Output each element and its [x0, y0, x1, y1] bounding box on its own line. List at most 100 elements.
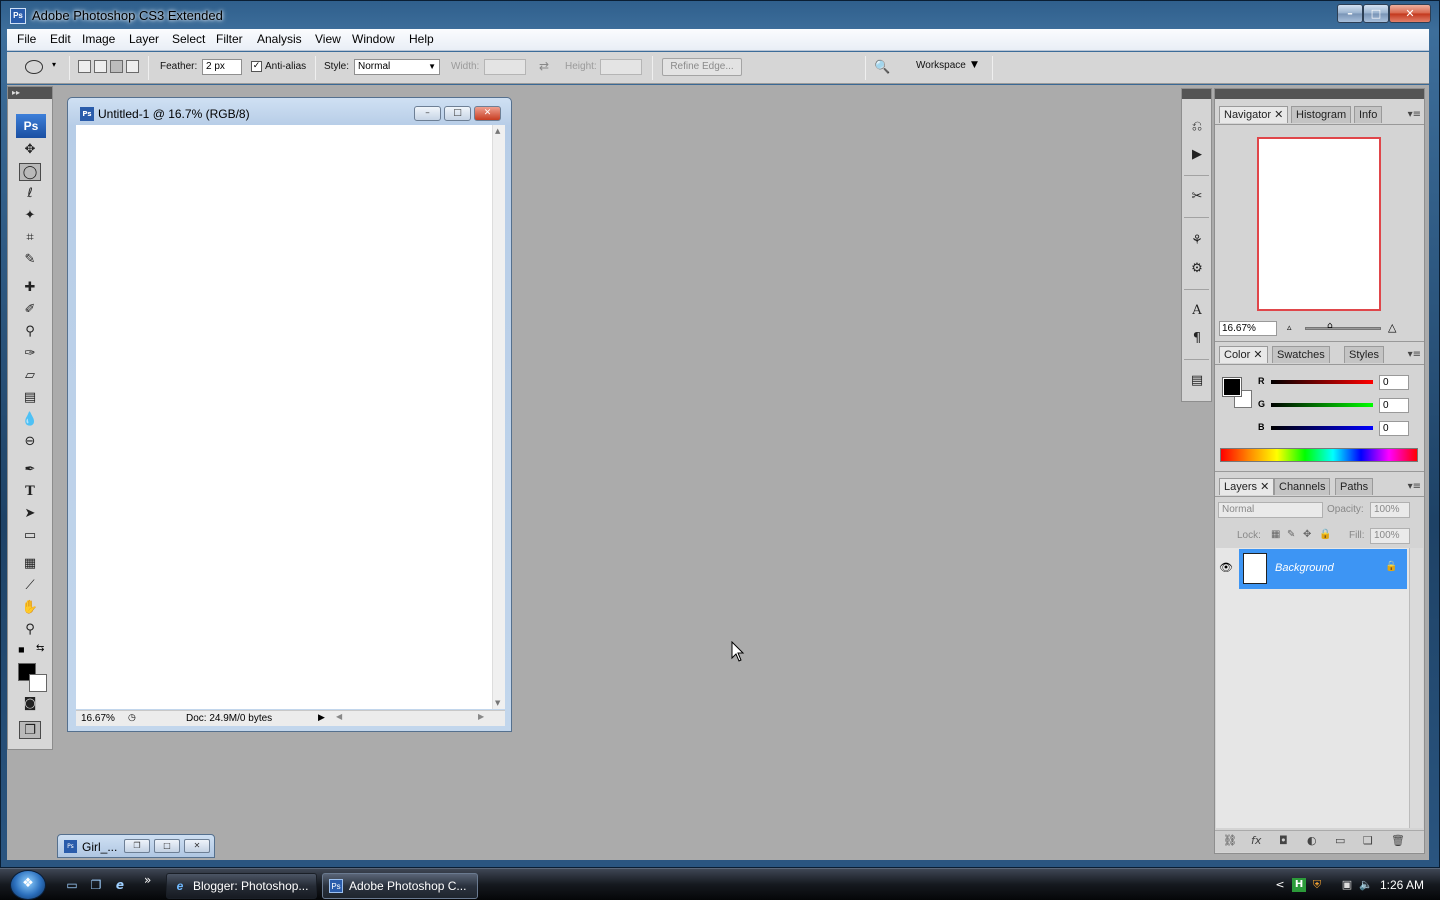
minimize-button[interactable]: – [1337, 4, 1363, 23]
switch-windows-icon[interactable]: ❐ [88, 878, 104, 892]
pen-tool-icon[interactable]: ✒ [19, 461, 41, 479]
blue-value[interactable]: 0 [1379, 421, 1409, 436]
character-panel-icon[interactable]: A [1186, 301, 1208, 321]
clone-stamp-tool-icon[interactable]: ⚲ [19, 323, 41, 341]
adjustment-layer-icon[interactable]: ◐ [1307, 834, 1317, 847]
move-tool-icon[interactable]: ✥ [19, 141, 41, 159]
photoshop-logo[interactable]: Ps [16, 114, 46, 138]
security-shield-icon[interactable]: ⛨ [1310, 878, 1324, 892]
menu-image[interactable]: Image [82, 32, 115, 46]
zoom-in-icon[interactable]: △ [1388, 321, 1396, 334]
panel-menu-icon[interactable]: ▾≡ [1408, 481, 1421, 492]
default-colors-icon[interactable]: ◼ [18, 645, 25, 654]
menu-select[interactable]: Select [172, 32, 205, 46]
slice-tool-icon[interactable]: ✎ [19, 251, 41, 269]
tab-paths[interactable]: Paths [1335, 478, 1374, 495]
actions-panel-icon[interactable]: ▶ [1186, 145, 1208, 165]
task-blogger[interactable]: e Blogger: Photoshop... [166, 873, 317, 899]
red-slider[interactable] [1271, 380, 1373, 384]
doc-close-button[interactable]: ✕ [474, 106, 501, 121]
quick-launch-more[interactable]: » [144, 873, 151, 887]
layer-mask-icon[interactable]: ◘ [1279, 834, 1288, 847]
restore-button[interactable]: ❐ [124, 839, 150, 853]
rectangle-shape-tool-icon[interactable]: ▭ [19, 527, 41, 545]
zoom-tool-icon[interactable]: ⚲ [19, 621, 41, 639]
swap-colors-icon[interactable]: ⇆ [36, 643, 44, 654]
elliptical-marquee-tool-icon[interactable]: ◯ [19, 163, 41, 181]
green-slider[interactable] [1271, 403, 1373, 407]
layer-visibility-eye-icon[interactable]: 👁 [1219, 561, 1233, 574]
notes-tool-icon[interactable]: ▦ [19, 555, 41, 573]
title-bar[interactable]: Ps Adobe Photoshop CS3 Extended – □ ✕ [1, 1, 1440, 29]
red-value[interactable]: 0 [1379, 375, 1409, 390]
panel-menu-icon[interactable]: ▾≡ [1408, 109, 1421, 120]
bridge-icon[interactable]: 🔍 [874, 59, 894, 76]
menu-help[interactable]: Help [409, 32, 434, 46]
screen-mode-icon[interactable]: ❐ [19, 721, 41, 739]
tray-app-icon[interactable]: H [1292, 878, 1306, 892]
close-button[interactable]: ✕ [1389, 4, 1431, 23]
lasso-tool-icon[interactable]: ℓ [19, 185, 41, 203]
doc-maximize-button[interactable]: □ [444, 106, 471, 121]
type-tool-icon[interactable]: T [19, 483, 41, 501]
height-input[interactable] [600, 59, 642, 75]
history-panel-icon[interactable]: ⎌ [1186, 117, 1208, 137]
document-canvas[interactable] [76, 125, 492, 709]
tab-layers[interactable]: Layers ✕ [1219, 478, 1275, 495]
delete-layer-icon[interactable]: 🗑 [1391, 834, 1405, 847]
zoom-out-icon[interactable]: ▵ [1287, 323, 1292, 333]
show-hidden-icons[interactable]: < [1273, 878, 1287, 892]
navigator-zoom-slider[interactable] [1305, 327, 1381, 330]
lock-image-icon[interactable]: ✎ [1287, 529, 1295, 540]
tab-swatches[interactable]: Swatches [1272, 346, 1330, 363]
fill-input[interactable]: 100% [1370, 528, 1410, 544]
start-button[interactable]: ❖ [10, 870, 46, 900]
link-layers-icon[interactable]: ⛓ [1223, 834, 1237, 847]
chevron-down-icon[interactable]: ▾ [52, 60, 56, 69]
style-select[interactable]: Normal ▼ [354, 59, 440, 75]
tab-styles[interactable]: Styles [1344, 346, 1384, 363]
panel-grip[interactable] [1215, 89, 1424, 99]
dock-grip[interactable] [1182, 89, 1211, 99]
layer-row-background[interactable]: Background 🔒 [1239, 549, 1407, 589]
minimized-document[interactable]: Ps Girl_... ❐ □ ✕ [57, 834, 215, 858]
network-icon[interactable]: ▣ [1340, 878, 1354, 892]
menu-edit[interactable]: Edit [50, 32, 71, 46]
layer-comps-panel-icon[interactable]: ▤ [1186, 371, 1208, 391]
navigator-preview[interactable] [1257, 137, 1381, 311]
menu-layer[interactable]: Layer [129, 32, 159, 46]
navigator-zoom-field[interactable]: 16.67% [1219, 321, 1277, 336]
scroll-up-icon[interactable]: ▲ [495, 127, 500, 135]
layer-style-icon[interactable]: fx [1251, 834, 1261, 847]
brush-tool-icon[interactable]: ✐ [19, 301, 41, 319]
show-desktop-icon[interactable]: ▭ [64, 878, 80, 892]
path-selection-tool-icon[interactable]: ➤ [19, 505, 41, 523]
history-brush-tool-icon[interactable]: ✑ [19, 345, 41, 363]
hand-tool-icon[interactable]: ✋ [19, 599, 41, 617]
eyedropper-tool-icon[interactable]: ⟋ [19, 577, 41, 595]
tab-channels[interactable]: Channels [1274, 478, 1331, 495]
eraser-tool-icon[interactable]: ▱ [19, 367, 41, 385]
menu-window[interactable]: Window [352, 32, 395, 46]
add-to-selection-icon[interactable] [94, 60, 107, 73]
tool-presets-panel-icon[interactable]: ✂ [1186, 187, 1208, 207]
width-input[interactable] [484, 59, 526, 75]
layers-scrollbar[interactable] [1409, 548, 1423, 828]
workspace-menu[interactable]: Workspace [916, 60, 966, 71]
tab-info[interactable]: Info [1354, 106, 1383, 123]
doc-zoom-field[interactable]: 16.67% [81, 713, 115, 724]
paragraph-panel-icon[interactable]: ¶ [1186, 329, 1208, 349]
brushes-panel-icon[interactable]: ⚘ [1186, 231, 1208, 251]
new-selection-icon[interactable] [78, 60, 91, 73]
close-button[interactable]: ✕ [184, 839, 210, 853]
antialias-checkbox[interactable]: ✓ [251, 61, 262, 72]
lock-position-icon[interactable]: ✥ [1303, 529, 1311, 540]
volume-icon[interactable]: 🔈 [1359, 878, 1373, 892]
blur-tool-icon[interactable]: 💧 [19, 411, 41, 429]
document-window[interactable]: Ps Untitled-1 @ 16.7% (RGB/8) – □ ✕ ▲ ▼ … [67, 97, 512, 732]
status-menu-arrow-icon[interactable]: ▶ [318, 712, 325, 723]
color-foreground-swatch[interactable] [1222, 377, 1242, 397]
info-icon[interactable]: ◷ [128, 712, 136, 723]
lock-all-icon[interactable]: 🔒 [1319, 529, 1331, 540]
task-photoshop[interactable]: Ps Adobe Photoshop C... [322, 873, 478, 899]
